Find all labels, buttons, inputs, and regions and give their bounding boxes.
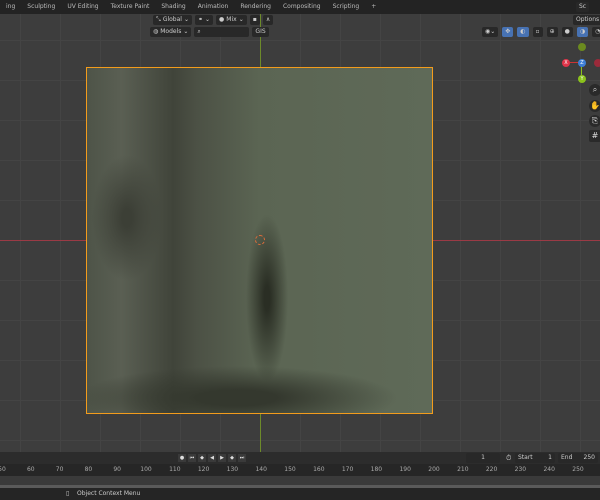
play-icon[interactable]: ▶ — [218, 454, 226, 462]
tab-uv-editing[interactable]: UV Editing — [61, 0, 104, 14]
chevron-down-icon: ⌄ — [183, 16, 189, 23]
header-row-1: ⤡ Global ⌄ ⚭ ⌄ ● Mix ⌄ ▪ ∧ — [153, 15, 274, 25]
playback-controls: ● ⏮ ◆ ◀ ▶ ◆ ⏭ — [178, 454, 246, 462]
shading-wireframe[interactable]: ⊕ — [546, 27, 558, 37]
timeline-tick: 200 — [428, 466, 440, 473]
gizmo-x[interactable]: X — [562, 59, 570, 67]
timeline-tick: 240 — [543, 466, 555, 473]
options-dropdown[interactable]: Options — [573, 15, 600, 25]
timeline-tick: 70 — [55, 466, 64, 473]
timeline-tick: 190 — [399, 466, 411, 473]
shading-controls: ◉⌄ ✥ ◐ ▫ ⊕ ● ◑ ◔ — [482, 27, 600, 37]
xray-icon[interactable]: ▫ — [532, 27, 543, 37]
tab--[interactable]: + — [365, 0, 382, 14]
start-frame-field[interactable]: Start 1 — [515, 453, 555, 463]
timeline-tick: 140 — [255, 466, 267, 473]
shading-rendered[interactable]: ◔ — [592, 27, 600, 37]
timeline-header: ● ⏮ ◆ ◀ ▶ ◆ ⏭ 1 ⏱ Start 1 End 250 — [0, 452, 600, 464]
end-frame-field[interactable]: End 250 — [558, 453, 598, 463]
shading-material[interactable]: ◑ — [576, 27, 589, 37]
timeline-tick: 220 — [485, 466, 498, 473]
sphere-icon: ● — [219, 16, 225, 23]
timeline-track[interactable] — [0, 476, 600, 488]
timeline-tick: 120 — [197, 466, 210, 473]
status-hint: Object Context Menu — [77, 490, 141, 497]
timeline-tick: 230 — [514, 466, 527, 473]
shading-solid[interactable]: ● — [561, 27, 573, 37]
models-dropdown[interactable]: ◍ Models ⌄ — [150, 27, 192, 37]
link-icon: ⚭ — [197, 16, 204, 23]
gizmo-y[interactable]: Y — [578, 75, 586, 83]
current-frame-field[interactable]: 1 — [466, 453, 500, 463]
tab-animation[interactable]: Animation — [192, 0, 235, 14]
record-icon[interactable]: ● — [178, 454, 186, 462]
snap-toggle[interactable]: ▪ — [249, 15, 260, 25]
3d-cursor[interactable] — [255, 235, 265, 245]
transform-orientation-icon: ⤡ — [156, 16, 161, 23]
workspace-tabs: ing Sculpting UV Editing Texture Paint Shadi… — [0, 0, 600, 14]
tab-texture-paint[interactable]: Texture Paint — [105, 0, 156, 14]
pivot-dropdown[interactable]: ⚭ ⌄ — [194, 15, 214, 25]
timeline-tick: 160 — [313, 466, 325, 473]
tab-compositing[interactable]: Compositing — [277, 0, 327, 14]
stopwatch-icon[interactable]: ⏱ — [506, 454, 511, 463]
timeline-tick: 110 — [169, 466, 181, 473]
timeline-ruler[interactable]: 50 60 70 80 90 100 110 120 130 140 150 160 170 180 190… — [0, 464, 600, 476]
tab-ing[interactable]: ing — [0, 0, 21, 14]
orientation-dropdown[interactable]: ⤡ Global ⌄ — [153, 15, 192, 25]
grid-icon[interactable]: # — [589, 130, 600, 142]
scene-selector[interactable]: Sc — [576, 2, 590, 12]
gizmo-neg-y[interactable] — [578, 43, 586, 51]
jump-end-icon[interactable]: ⏭ — [238, 454, 246, 462]
timeline-tick: 150 — [284, 466, 296, 473]
timeline-tick: 170 — [341, 466, 354, 473]
timeline-tick: 250 — [572, 466, 584, 473]
gizmo-z[interactable]: Z — [578, 59, 586, 67]
zoom-icon[interactable]: ⌕ — [589, 84, 600, 96]
timeline-tick: 180 — [370, 466, 383, 473]
timeline-tick: 80 — [84, 466, 93, 473]
gizmo-toggle[interactable]: ✥ — [502, 27, 514, 37]
overlay-toggle[interactable]: ◐ — [517, 27, 529, 37]
camera-icon[interactable]: ⎘ — [589, 115, 600, 127]
prev-keyframe-icon[interactable]: ◆ — [198, 454, 206, 462]
tab-scripting[interactable]: Scripting — [327, 0, 366, 14]
globe-icon: ◍ — [153, 28, 159, 35]
blend-mode-dropdown[interactable]: ● Mix ⌄ — [216, 15, 247, 25]
search-icon: ⌕ — [197, 28, 201, 35]
tab-shading[interactable]: Shading — [155, 0, 191, 14]
timeline-tick: 210 — [457, 466, 469, 473]
gis-menu[interactable]: GIS — [252, 27, 269, 37]
search-input[interactable]: ⌕ — [194, 27, 250, 37]
jump-start-icon[interactable]: ⏮ — [188, 454, 196, 462]
timeline-tick: 130 — [226, 466, 239, 473]
timeline-tick: 100 — [140, 466, 152, 473]
timeline-tick: 50 — [0, 466, 6, 473]
hand-icon[interactable]: ✋ — [589, 100, 600, 112]
play-reverse-icon[interactable]: ◀ — [208, 454, 216, 462]
mouse-icon: ▯ — [66, 490, 70, 497]
tab-sculpting[interactable]: Sculpting — [21, 0, 61, 14]
timeline-tick: 60 — [26, 466, 35, 473]
header-row-2: ◍ Models ⌄ ⌕ GIS — [150, 27, 269, 37]
visibility-icon[interactable]: ◉⌄ — [482, 27, 499, 37]
status-bar: ▯ Object Context Menu — [0, 488, 600, 500]
gizmo-neg-x[interactable] — [594, 59, 600, 67]
next-keyframe-icon[interactable]: ◆ — [228, 454, 236, 462]
tab-rendering[interactable]: Rendering — [234, 0, 277, 14]
proportional-icon[interactable]: ∧ — [262, 15, 274, 25]
timeline-tick: 90 — [113, 466, 122, 473]
